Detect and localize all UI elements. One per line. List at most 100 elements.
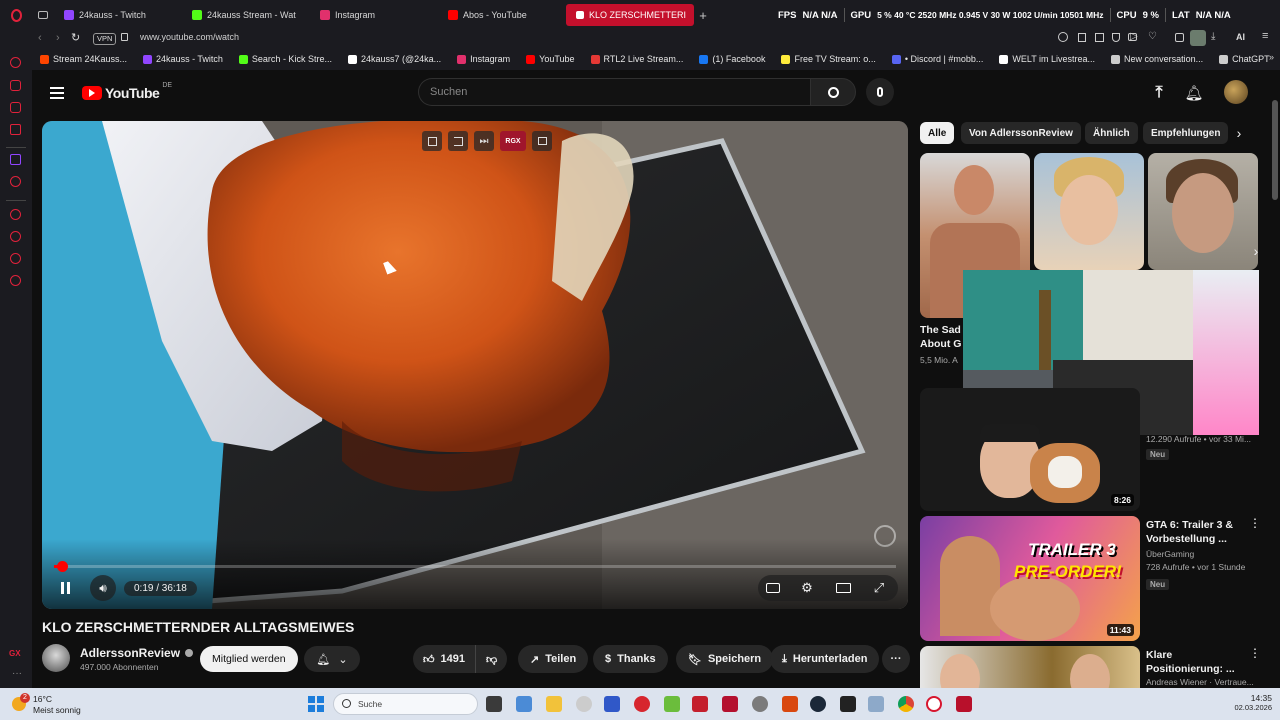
- heart-icon[interactable]: ♡: [1148, 31, 1157, 42]
- split-view-icon[interactable]: [532, 131, 552, 151]
- bookmark-item[interactable]: Search - Kick Stre...: [231, 54, 340, 64]
- notifications-bell-icon[interactable]: 🔔︎: [1183, 82, 1205, 104]
- more-icon[interactable]: ···: [12, 668, 22, 679]
- join-button[interactable]: Mitglied werden: [200, 646, 298, 672]
- vpn-badge[interactable]: VPN: [93, 33, 117, 45]
- bookmark-item[interactable]: Free TV Stream: o...: [773, 54, 883, 64]
- app-icon-7[interactable]: [692, 696, 708, 712]
- chip-similar[interactable]: Ähnlich: [1085, 122, 1138, 144]
- chrome-icon[interactable]: [898, 696, 914, 712]
- pin-icon[interactable]: [1078, 33, 1086, 42]
- file-explorer-icon[interactable]: [546, 696, 562, 712]
- bookmark-item[interactable]: RTL2 Live Stream...: [583, 54, 692, 64]
- chip-recommendations[interactable]: Empfehlungen: [1143, 122, 1228, 144]
- rec-menu-3-icon[interactable]: ⋮: [1249, 516, 1261, 530]
- short-thumbnail-2[interactable]: [1034, 153, 1144, 270]
- gx-corner-icon[interactable]: [10, 124, 21, 135]
- rec-thumbnail-2[interactable]: 8:26: [920, 388, 1140, 511]
- rec-thumbnail-4[interactable]: [920, 646, 1140, 688]
- skip-next-icon[interactable]: ⏭︎: [474, 131, 494, 151]
- rgx-button[interactable]: RGX: [500, 131, 526, 151]
- app-icon-10[interactable]: [782, 696, 798, 712]
- rec-title-3[interactable]: GTA 6: Trailer 3 &: [1146, 518, 1252, 532]
- vivaldi-v-icon[interactable]: [604, 696, 620, 712]
- reload-icon[interactable]: ↻: [71, 31, 80, 44]
- tab-kick[interactable]: 24kauss Stream - Wat: [182, 0, 310, 30]
- tab-youtube-abos[interactable]: Abos - YouTube: [438, 0, 566, 30]
- channel-avatar[interactable]: [42, 644, 70, 672]
- download-icon[interactable]: ⤓: [1211, 31, 1215, 42]
- detach-icon[interactable]: [448, 131, 468, 151]
- tab-current-video[interactable]: KLO ZERSCHMETTERI: [566, 4, 694, 26]
- rec-title-4[interactable]: Klare: [1146, 648, 1252, 662]
- hamburger-menu-icon[interactable]: [46, 82, 68, 104]
- new-tab-button[interactable]: +: [694, 8, 712, 23]
- profile-avatar[interactable]: [1190, 30, 1206, 46]
- app-icon-9[interactable]: [752, 696, 768, 712]
- player-icon[interactable]: [10, 209, 21, 220]
- settings-gear-icon[interactable]: ⚙︎: [798, 579, 816, 597]
- bookmark-item[interactable]: Instagram: [449, 54, 518, 64]
- app-icon-16[interactable]: [956, 696, 972, 712]
- tab-overview-icon[interactable]: [32, 0, 54, 30]
- video-player[interactable]: ⏭︎ RGX 🔊︎ 0:19 / 36:18 ⚙︎ ⤢: [42, 121, 908, 609]
- save-button[interactable]: 🔖︎ Speichern: [676, 645, 774, 673]
- snapshot-icon[interactable]: [1095, 33, 1104, 42]
- extensions-icon[interactable]: [1175, 33, 1184, 42]
- like-button[interactable]: 👍︎ 1491: [413, 645, 476, 673]
- app-icon-13[interactable]: [868, 696, 884, 712]
- subtitles-icon[interactable]: [764, 580, 782, 596]
- app-icon-8[interactable]: [722, 696, 738, 712]
- chips-next-arrow-icon[interactable]: ›: [1228, 122, 1250, 144]
- bookmark-item[interactable]: WELT im Livestrea...: [991, 54, 1103, 64]
- shield-icon[interactable]: [1112, 33, 1120, 42]
- bookmark-item[interactable]: YouTube: [518, 54, 582, 64]
- menu-icon[interactable]: ≡: [1262, 30, 1268, 42]
- zoom-icon[interactable]: [1058, 32, 1068, 42]
- epic-games-icon[interactable]: [840, 696, 856, 712]
- dislike-button[interactable]: 👎︎: [476, 645, 507, 673]
- scrollbar-thumb[interactable]: [1272, 100, 1278, 200]
- bookmark-item[interactable]: • Discord | #mobb...: [884, 54, 992, 64]
- mouse-app-icon[interactable]: [576, 696, 592, 712]
- pause-button[interactable]: [54, 577, 76, 599]
- page-scrollbar[interactable]: [1272, 80, 1278, 688]
- steam-icon[interactable]: [810, 696, 826, 712]
- rec-title-1b[interactable]: About G: [920, 337, 961, 351]
- chip-from-channel[interactable]: Von AdlerssonReview: [961, 122, 1081, 144]
- back-icon[interactable]: ‹: [38, 32, 42, 44]
- red-app-icon[interactable]: [634, 696, 650, 712]
- bluestacks-icon[interactable]: [664, 696, 680, 712]
- opera-gx-icon[interactable]: [926, 696, 942, 712]
- tab-twitch[interactable]: 24kauss - Twitch: [54, 0, 182, 30]
- notepad-icon[interactable]: [516, 696, 532, 712]
- progress-scrubber[interactable]: [57, 561, 68, 572]
- rec-title-4b[interactable]: Positionierung: ...: [1146, 662, 1252, 676]
- progress-bar[interactable]: [54, 561, 896, 572]
- voice-search-button[interactable]: [866, 78, 894, 106]
- rec-title-1[interactable]: The Sad: [920, 323, 961, 337]
- rec-title-3b[interactable]: Vorbestellung ...: [1146, 532, 1252, 546]
- search-input[interactable]: Suchen: [418, 78, 810, 106]
- taskbar-search[interactable]: Suche: [333, 693, 478, 715]
- chip-all[interactable]: Alle: [920, 122, 955, 144]
- volume-button[interactable]: 🔊︎: [90, 575, 116, 601]
- messenger-icon[interactable]: [10, 80, 21, 91]
- bookmarks-overflow-icon[interactable]: »: [1269, 52, 1274, 62]
- bookmark-item[interactable]: 24kauss - Twitch: [135, 54, 231, 64]
- popout-icon[interactable]: [422, 131, 442, 151]
- subscribed-bell-button[interactable]: 🔔︎ ⌄: [304, 646, 360, 672]
- channel-name[interactable]: AdlerssonReview: [80, 646, 194, 660]
- start-button[interactable]: [308, 696, 324, 712]
- gx-logo-icon[interactable]: GX: [9, 649, 21, 658]
- forward-icon[interactable]: ›: [56, 32, 60, 44]
- thanks-button[interactable]: $ Thanks: [593, 645, 668, 673]
- task-view-icon[interactable]: [486, 696, 502, 712]
- upload-icon[interactable]: ⤒: [1148, 82, 1170, 104]
- tab-instagram[interactable]: Instagram: [310, 0, 438, 30]
- opera-logo-icon[interactable]: [0, 0, 32, 30]
- settings-icon[interactable]: [10, 275, 21, 286]
- rec-menu-4-icon[interactable]: ⋮: [1249, 646, 1261, 660]
- short-thumbnail-3[interactable]: [1148, 153, 1258, 270]
- bookmark-item[interactable]: Stream 24Kauss...: [32, 54, 135, 64]
